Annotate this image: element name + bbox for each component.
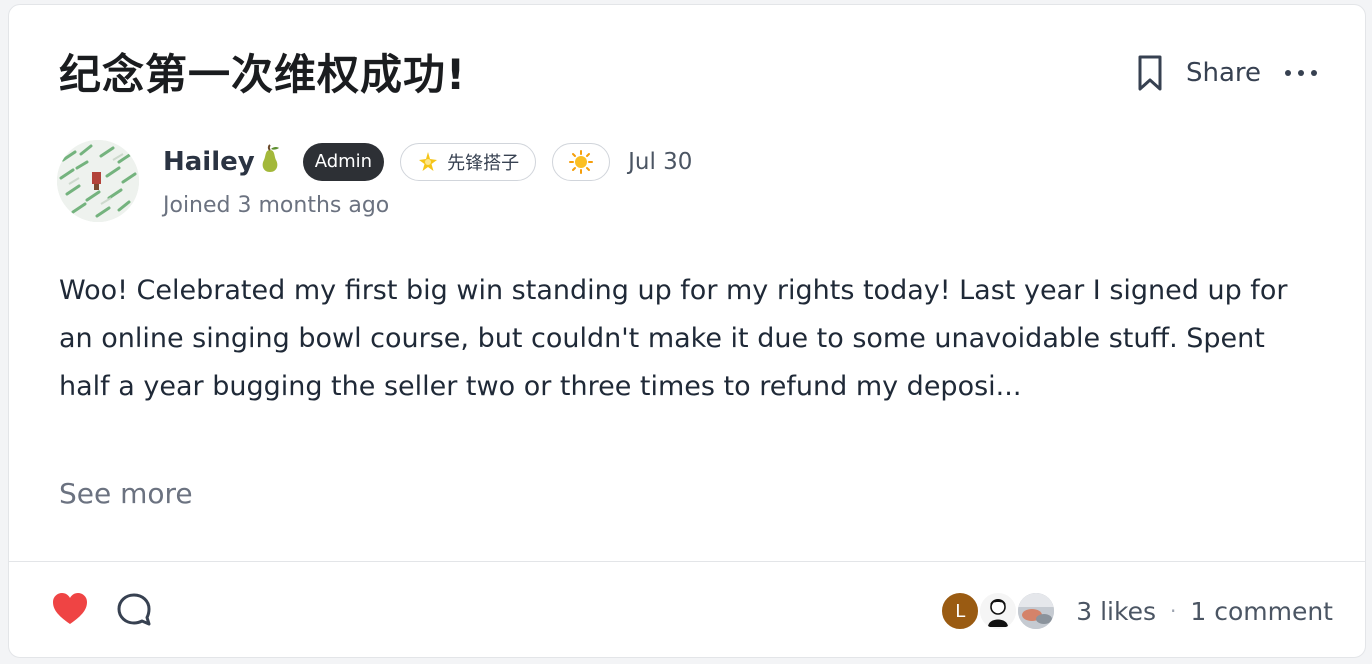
liker-avatar[interactable]: L [940,591,981,631]
comment-button[interactable] [115,591,153,629]
more-dot [1298,70,1304,76]
liker-initial: L [955,600,966,622]
footer-divider [9,561,1365,562]
see-more-link[interactable]: See more [59,477,193,510]
liker-avatar[interactable] [978,591,1019,631]
bookmark-icon [1138,55,1162,91]
pear-icon [257,143,283,181]
post-date[interactable]: Jul 30 [628,149,692,175]
more-dot [1311,70,1317,76]
like-button[interactable] [51,591,89,627]
header-actions: Share [1132,53,1317,93]
post-title: 纪念第一次维权成功! [59,50,467,99]
more-options-button[interactable] [1285,53,1317,93]
engagement-counts: 3 likes · 1 comment [1076,597,1333,626]
bookmark-button[interactable] [1132,53,1168,93]
liker-avatar[interactable] [1016,591,1057,631]
liker-avatar-image [980,593,1017,629]
likes-count[interactable]: 3 likes [1076,597,1156,626]
author-line: Hailey Admin 先锋搭子 Jul 30 [163,141,692,183]
sun-badge[interactable] [552,143,611,181]
sparkle-star-icon [417,151,439,173]
share-button[interactable]: Share [1186,58,1261,88]
post-card: 纪念第一次维权成功! Share Hailey Admin 先锋搭子 Jul 3… [8,4,1366,658]
author-name-text: Hailey [163,147,255,177]
engagement-summary: L 3 likes · 1 comment [940,591,1333,631]
post-body: Woo! Celebrated my first big win standin… [59,275,1288,402]
separator-dot: · [1170,599,1177,623]
comments-count[interactable]: 1 comment [1190,597,1333,626]
pioneer-badge[interactable]: 先锋搭子 [400,143,537,181]
author-name[interactable]: Hailey [163,143,283,181]
sun-icon [569,150,594,174]
more-dot [1285,70,1291,76]
pioneer-badge-label: 先锋搭子 [447,153,520,174]
comment-bubble-icon [117,593,151,626]
author-avatar[interactable] [57,140,139,222]
admin-badge[interactable]: Admin [302,143,385,181]
avatar-image [57,140,139,222]
liker-avatar-image [1018,593,1055,629]
heart-icon [53,593,87,624]
author-joined: Joined 3 months ago [163,193,390,218]
